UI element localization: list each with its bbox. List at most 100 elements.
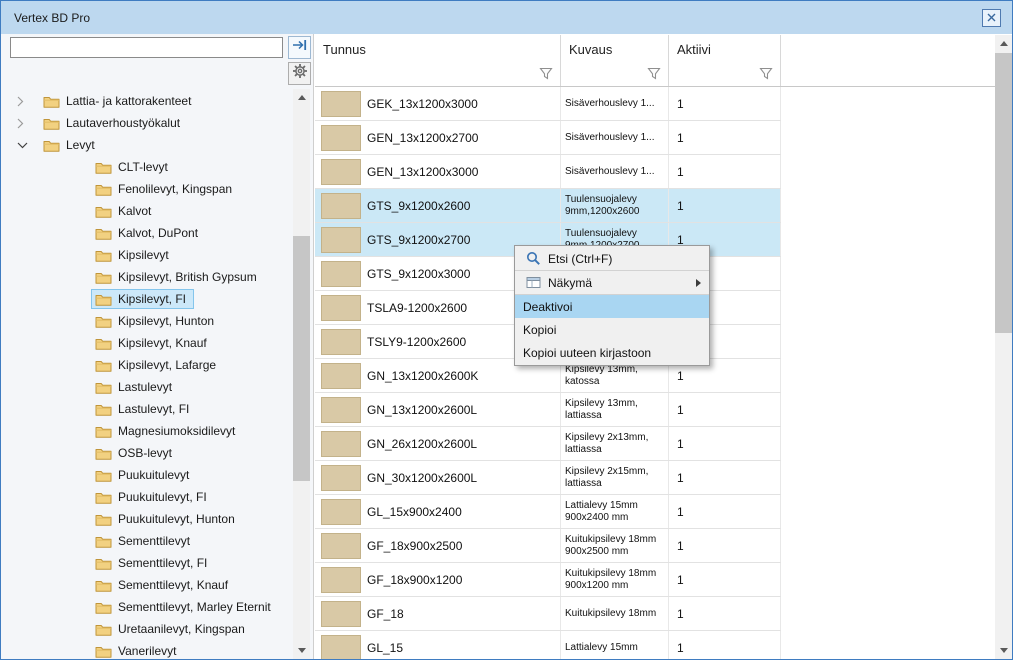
column-header-kuvaus[interactable]: Kuvaus — [561, 35, 669, 86]
kuvaus-cell: Lattialevy 15mm — [561, 631, 669, 659]
gear-icon — [292, 63, 308, 84]
settings-button[interactable] — [288, 62, 311, 85]
table-row[interactable]: GL_15Lattialevy 15mm1 — [315, 631, 781, 659]
chevron-down-icon[interactable] — [17, 142, 39, 149]
scroll-down-button[interactable] — [293, 642, 310, 659]
close-button[interactable] — [982, 9, 1001, 27]
tree-item-clt-levyt[interactable]: CLT-levyt — [1, 156, 293, 178]
tree-item-sementtilevyt-knauf[interactable]: Sementtilevyt, Knauf — [1, 574, 293, 596]
chevron-right-icon[interactable] — [17, 96, 39, 107]
tree-item-kalvot[interactable]: Kalvot — [1, 200, 293, 222]
funnel-icon — [539, 67, 553, 80]
folder-icon — [95, 315, 112, 328]
folder-icon — [95, 623, 112, 636]
panel-thumbnail — [321, 227, 361, 253]
tunnus-cell: GF_18 — [367, 607, 404, 621]
table-row[interactable]: GL_15x900x2400Lattialevy 15mm 900x2400 m… — [315, 495, 781, 529]
tree-item-label: Levyt — [66, 138, 95, 152]
tree-item-label: Vanerilevyt — [118, 644, 176, 658]
tree-item-sementtilevyt[interactable]: Sementtilevyt — [1, 530, 293, 552]
panel-thumbnail — [321, 533, 361, 559]
tree-item-kipsilevyt-knauf[interactable]: Kipsilevyt, Knauf — [1, 332, 293, 354]
menu-item-kopioi-uuteen-kirjastoon[interactable]: Kopioi uuteen kirjastoon — [515, 341, 709, 364]
table-row[interactable]: GN_13x1200x2600LKipsilevy 13mm, lattiass… — [315, 393, 781, 427]
tree-item-puukuitulevyt-hunton[interactable]: Puukuitulevyt, Hunton — [1, 508, 293, 530]
tree-item-label: Kipsilevyt, Hunton — [118, 314, 214, 328]
menu-item-n-kym[interactable]: Näkymä — [515, 271, 709, 294]
menu-item-deaktivoi[interactable]: Deaktivoi — [515, 295, 709, 318]
kuvaus-cell: Tuulensuojalevy 9mm,1200x2600 — [561, 189, 669, 222]
filter-button-kuvaus[interactable] — [645, 65, 663, 82]
panel-thumbnail — [321, 329, 361, 355]
tree-item-label: OSB-levyt — [118, 446, 172, 460]
tree-item-lastulevyt-fi[interactable]: Lastulevyt, FI — [1, 398, 293, 420]
panel-thumbnail — [321, 159, 361, 185]
table-row[interactable]: GF_18Kuitukipsilevy 18mm1 — [315, 597, 781, 631]
tree-item-label: Kalvot, DuPont — [118, 226, 198, 240]
tree-item-vanerilevyt[interactable]: Vanerilevyt — [1, 640, 293, 659]
folder-icon — [95, 645, 112, 658]
filter-button-tunnus[interactable] — [537, 65, 555, 82]
tree-item-kipsilevyt-hunton[interactable]: Kipsilevyt, Hunton — [1, 310, 293, 332]
column-header-tunnus[interactable]: Tunnus — [315, 35, 561, 86]
tree-item-fenolilevyt-kingspan[interactable]: Fenolilevyt, Kingspan — [1, 178, 293, 200]
chevron-right-icon[interactable] — [17, 118, 39, 129]
table-row[interactable]: GF_18x900x2500Kuitukipsilevy 18mm 900x25… — [315, 529, 781, 563]
tree-item-sementtilevyt-fi[interactable]: Sementtilevyt, FI — [1, 552, 293, 574]
table-row[interactable]: GF_18x900x1200Kuitukipsilevy 18mm 900x12… — [315, 563, 781, 597]
aktiivi-cell: 1 — [669, 631, 781, 659]
aktiivi-cell: 1 — [669, 189, 781, 222]
tree-item-puukuitulevyt-fi[interactable]: Puukuitulevyt, FI — [1, 486, 293, 508]
folder-icon — [95, 227, 112, 240]
tree-item-levyt[interactable]: Levyt — [1, 134, 293, 156]
table-row[interactable]: GEK_13x1200x3000Sisäverhouslevy 1...1 — [315, 87, 781, 121]
tree-item-label: Lastulevyt — [118, 380, 172, 394]
column-header-aktiivi[interactable]: Aktiivi — [669, 35, 781, 86]
tree-item-osb-levyt[interactable]: OSB-levyt — [1, 442, 293, 464]
scroll-up-button[interactable] — [293, 89, 310, 106]
tree-item-label: Sementtilevyt, Knauf — [118, 578, 228, 592]
folder-icon — [95, 425, 112, 438]
tree-item-kipsilevyt-lafarge[interactable]: Kipsilevyt, Lafarge — [1, 354, 293, 376]
table-scrollbar-thumb[interactable] — [995, 53, 1012, 333]
tree-item-kipsilevyt[interactable]: Kipsilevyt — [1, 244, 293, 266]
table-scrollbar[interactable] — [995, 35, 1012, 659]
tree-item-label: Kipsilevyt, Knauf — [118, 336, 207, 350]
tree-item-label: Uretaanilevyt, Kingspan — [118, 622, 245, 636]
tree-item-sementtilevyt-marley-eternit[interactable]: Sementtilevyt, Marley Eternit — [1, 596, 293, 618]
tree-item-kipsilevyt-fi[interactable]: Kipsilevyt, FI — [1, 288, 293, 310]
tree-item-label: Lautaverhoustyökalut — [66, 116, 180, 130]
table-body: GEK_13x1200x3000Sisäverhouslevy 1...1GEN… — [315, 87, 995, 659]
search-input[interactable] — [10, 37, 283, 58]
table-row[interactable]: GTS_9x1200x2600Tuulensuojalevy 9mm,1200x… — [315, 189, 781, 223]
go-arrow-icon — [292, 38, 308, 57]
tree-item-lastulevyt[interactable]: Lastulevyt — [1, 376, 293, 398]
submenu-arrow-icon — [696, 279, 701, 287]
filter-button-aktiivi[interactable] — [757, 65, 775, 82]
scroll-down-button[interactable] — [995, 642, 1012, 659]
table-row[interactable]: GN_26x1200x2600LKipsilevy 2x13mm, lattia… — [315, 427, 781, 461]
tunnus-cell: GL_15x900x2400 — [367, 505, 462, 519]
tree-item-puukuitulevyt[interactable]: Puukuitulevyt — [1, 464, 293, 486]
tree-item-magnesiumoksidilevyt[interactable]: Magnesiumoksidilevyt — [1, 420, 293, 442]
column-label: Tunnus — [323, 42, 366, 57]
scroll-up-button[interactable] — [995, 35, 1012, 52]
search-go-button[interactable] — [288, 36, 311, 59]
panel-thumbnail — [321, 363, 361, 389]
tree-scrollbar[interactable] — [293, 89, 310, 659]
table-row[interactable]: GEN_13x1200x2700Sisäverhouslevy 1...1 — [315, 121, 781, 155]
tree-item-uretaanilevyt-kingspan[interactable]: Uretaanilevyt, Kingspan — [1, 618, 293, 640]
table-row[interactable]: GEN_13x1200x3000Sisäverhouslevy 1...1 — [315, 155, 781, 189]
kuvaus-cell: Sisäverhouslevy 1... — [561, 155, 669, 188]
tree-item-kipsilevyt-british-gypsum[interactable]: Kipsilevyt, British Gypsum — [1, 266, 293, 288]
folder-icon — [95, 469, 112, 482]
table-row[interactable]: GN_30x1200x2600LKipsilevy 2x15mm, lattia… — [315, 461, 781, 495]
tree-item-lautaverhousty-kalut[interactable]: Lautaverhoustyökalut — [1, 112, 293, 134]
tree-item-kalvot-dupont[interactable]: Kalvot, DuPont — [1, 222, 293, 244]
folder-icon — [43, 117, 60, 130]
folder-icon — [95, 491, 112, 504]
menu-item-etsi-ctrl-f[interactable]: Etsi (Ctrl+F) — [515, 247, 709, 270]
tree-item-lattia-ja-kattorakenteet[interactable]: Lattia- ja kattorakenteet — [1, 90, 293, 112]
tree-scrollbar-thumb[interactable] — [293, 236, 310, 481]
menu-item-kopioi[interactable]: Kopioi — [515, 318, 709, 341]
